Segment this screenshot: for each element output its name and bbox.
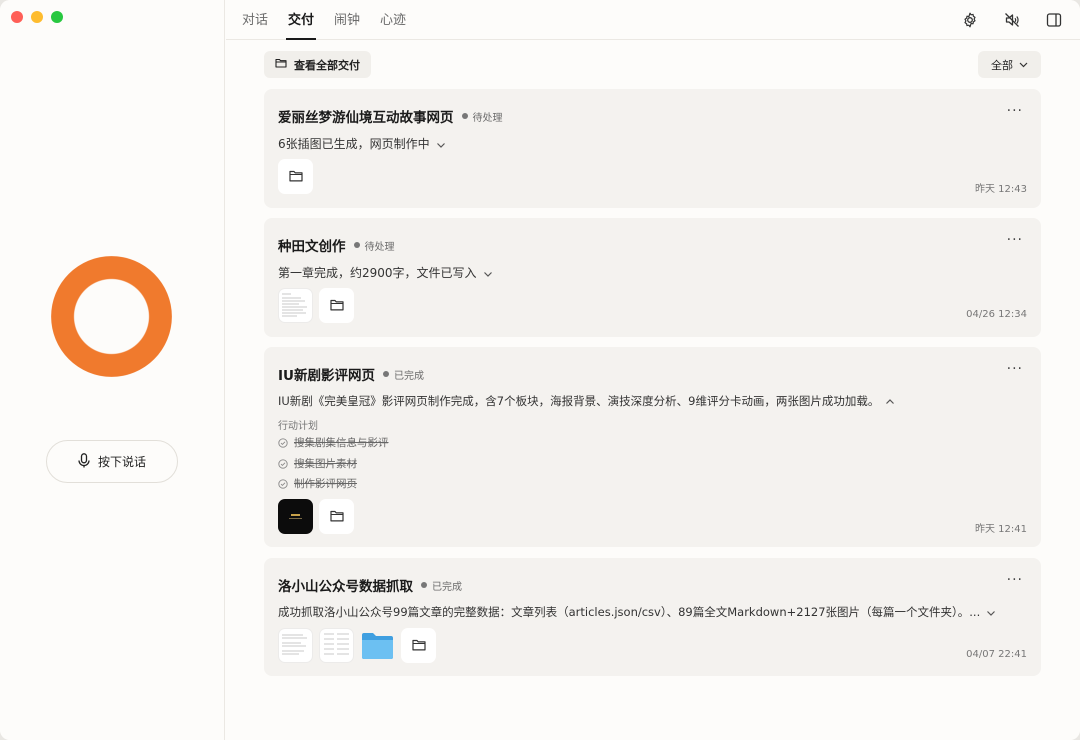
delivery-card[interactable]: 爱丽丝梦游仙境互动故事网页 待处理 ··· 6张插图已生成，网页制作中 昨天 1… <box>264 89 1041 208</box>
timestamp: 04/26 12:34 <box>966 309 1027 320</box>
top-actions <box>962 12 1062 28</box>
card-title: 洛小山公众号数据抓取 <box>278 579 413 595</box>
plan-item: 搜集图片素材 <box>278 456 357 471</box>
folder-icon <box>411 636 426 655</box>
mic-icon <box>78 452 90 471</box>
top-bar: 对话 交付 闹钟 心迹 <box>226 0 1080 40</box>
attachments <box>278 628 436 663</box>
plan-item-text: 搜集图片素材 <box>294 458 357 470</box>
open-folder-button[interactable] <box>278 159 313 194</box>
table-preview-icon <box>324 633 349 655</box>
check-circle-icon <box>278 437 288 448</box>
chevron-down-icon[interactable] <box>483 268 493 278</box>
status-badge: 待处理 <box>353 238 395 253</box>
more-button[interactable]: ··· <box>1007 572 1023 588</box>
check-circle-icon <box>278 478 288 489</box>
summary-text: 成功抓取洛小山公众号99篇文章的完整数据：文章列表（articles.json/… <box>278 605 981 619</box>
card-header: IU新剧影评网页 已完成 <box>278 364 424 384</box>
status-label: 待处理 <box>472 112 503 124</box>
tab-deliveries[interactable]: 交付 <box>286 0 317 40</box>
timestamp: 04/07 22:41 <box>966 649 1027 660</box>
chevron-down-icon <box>1019 58 1028 71</box>
settings-icon[interactable] <box>962 12 978 28</box>
card-summary: 第一章完成，约2900字，文件已写入 <box>278 264 493 281</box>
more-button[interactable]: ··· <box>1007 232 1023 248</box>
tab-journal[interactable]: 心迹 <box>380 0 406 40</box>
app-window: 按下说话 对话 交付 闹钟 心迹 查看全部交付 全部 爱丽丝梦游仙境互动故事网页… <box>0 0 1080 740</box>
attachments <box>278 159 313 194</box>
summary-text: 第一章完成，约2900字，文件已写入 <box>278 266 477 280</box>
tab-alarm[interactable]: 闹钟 <box>334 0 360 40</box>
left-pane: 按下说话 <box>0 0 225 740</box>
voice-orb[interactable] <box>51 256 172 377</box>
card-summary: 6张插图已生成，网页制作中 <box>278 135 446 152</box>
document-thumbnail[interactable] <box>278 628 313 663</box>
folder-icon <box>275 58 287 71</box>
status-label: 待处理 <box>364 241 395 253</box>
attachments <box>278 288 354 323</box>
push-to-talk-label: 按下说话 <box>97 455 146 469</box>
card-title: 种田文创作 <box>278 239 346 255</box>
action-plan-label: 行动计划 <box>278 421 318 432</box>
timestamp: 昨天 12:41 <box>975 524 1027 535</box>
open-folder-button[interactable] <box>319 288 354 323</box>
main-pane: 对话 交付 闹钟 心迹 查看全部交付 全部 爱丽丝梦游仙境互动故事网页 待处理 … <box>226 0 1080 740</box>
filter-value: 全部 <box>991 58 1013 72</box>
document-thumbnail[interactable] <box>319 628 354 663</box>
plan-item-text: 搜集剧集信息与影评 <box>294 437 389 449</box>
summary-text: 6张插图已生成，网页制作中 <box>278 137 430 151</box>
status-badge: 已完成 <box>421 578 462 593</box>
filter-select[interactable]: 全部 <box>978 51 1041 78</box>
close-window-button[interactable] <box>11 11 23 23</box>
plan-item: 搜集剧集信息与影评 <box>278 435 389 450</box>
document-thumbnail[interactable] <box>278 288 313 323</box>
card-summary: IU新剧《完美皇冠》影评网页制作完成，含7个板块，海报背景、演技深度分析、9维评… <box>278 393 895 409</box>
folder-icon <box>288 167 303 186</box>
chevron-up-icon[interactable] <box>885 396 895 406</box>
delivery-card[interactable]: 洛小山公众号数据抓取 已完成 ··· 成功抓取洛小山公众号99篇文章的完整数据：… <box>264 558 1041 676</box>
delivery-card[interactable]: 种田文创作 待处理 ··· 第一章完成，约2900字，文件已写入 04/26 1… <box>264 218 1041 337</box>
status-badge: 待处理 <box>461 109 503 124</box>
tab-bar: 对话 交付 闹钟 心迹 <box>242 0 406 40</box>
view-all-label: 查看全部交付 <box>294 58 360 72</box>
delivery-card[interactable]: IU新剧影评网页 已完成 ··· IU新剧《完美皇冠》影评网页制作完成，含7个板… <box>264 347 1041 547</box>
poster-thumbnail[interactable] <box>278 499 313 534</box>
plan-item: 制作影评网页 <box>278 476 357 491</box>
window-controls <box>11 11 63 23</box>
open-folder-button[interactable] <box>401 628 436 663</box>
check-circle-icon <box>278 458 288 469</box>
status-label: 已完成 <box>394 370 424 382</box>
card-header: 种田文创作 待处理 <box>278 235 395 255</box>
chevron-down-icon[interactable] <box>986 607 996 617</box>
zoom-window-button[interactable] <box>51 11 63 23</box>
summary-text: IU新剧《完美皇冠》影评网页制作完成，含7个板块，海报背景、演技深度分析、9维评… <box>278 394 880 408</box>
card-title: 爱丽丝梦游仙境互动故事网页 <box>278 110 454 126</box>
status-badge: 已完成 <box>383 367 424 382</box>
card-summary: 成功抓取洛小山公众号99篇文章的完整数据：文章列表（articles.json/… <box>278 604 1028 620</box>
card-header: 爱丽丝梦游仙境互动故事网页 待处理 <box>278 106 503 126</box>
minimize-window-button[interactable] <box>31 11 43 23</box>
chevron-down-icon[interactable] <box>436 139 446 149</box>
more-button[interactable]: ··· <box>1007 361 1023 377</box>
poster-preview-icon <box>289 514 302 519</box>
timestamp: 昨天 12:43 <box>975 184 1027 195</box>
mute-icon[interactable] <box>1004 12 1020 28</box>
card-header: 洛小山公众号数据抓取 已完成 <box>278 575 462 595</box>
card-title: IU新剧影评网页 <box>278 368 375 384</box>
folder-thumbnail[interactable] <box>360 628 395 663</box>
push-to-talk-button[interactable]: 按下说话 <box>46 440 178 483</box>
tab-chat[interactable]: 对话 <box>242 0 268 40</box>
folder-icon <box>329 296 344 315</box>
sidebar-toggle-icon[interactable] <box>1046 12 1062 28</box>
view-all-deliveries-button[interactable]: 查看全部交付 <box>264 51 371 78</box>
blue-folder-icon <box>362 632 393 659</box>
attachments <box>278 499 354 534</box>
plan-item-text: 制作影评网页 <box>294 478 357 490</box>
open-folder-button[interactable] <box>319 499 354 534</box>
status-label: 已完成 <box>432 581 462 593</box>
document-preview-icon <box>282 634 307 655</box>
folder-icon <box>329 507 344 526</box>
more-button[interactable]: ··· <box>1007 103 1023 119</box>
document-preview-icon <box>282 293 307 317</box>
